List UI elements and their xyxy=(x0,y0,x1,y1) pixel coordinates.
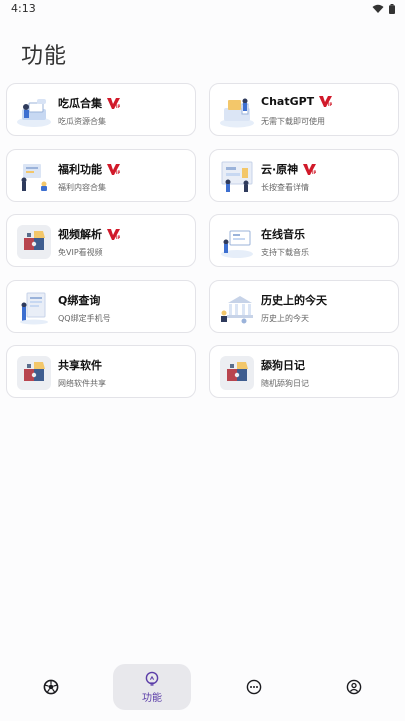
card-title: 在线音乐 xyxy=(261,228,305,241)
card-subtitle: 随机舔狗日记 xyxy=(261,379,309,388)
svg-text:IP: IP xyxy=(328,102,332,107)
office-illustration-icon xyxy=(220,98,254,128)
card-history-today[interactable]: 历史上的今天 历史上的今天 xyxy=(209,280,399,333)
card-subtitle: 网络软件共享 xyxy=(58,379,106,388)
card-lick-dog-diary[interactable]: 舔狗日记 随机舔狗日记 xyxy=(209,345,399,398)
svg-text:IP: IP xyxy=(116,170,120,175)
soccer-ball-icon xyxy=(43,679,59,695)
card-title: 福利功能 IP xyxy=(58,163,120,176)
bottom-nav: 功能 xyxy=(0,660,405,721)
card-title: 历史上的今天 xyxy=(261,294,327,307)
svg-text:IP: IP xyxy=(312,170,316,175)
more-dots-icon xyxy=(246,679,262,695)
puzzle-icon xyxy=(220,356,254,390)
vip-badge-icon: IP xyxy=(107,163,120,175)
card-video-parse[interactable]: 视频解析 IP 免VIP看视频 xyxy=(6,214,196,267)
card-title: 舔狗日记 xyxy=(261,359,305,372)
card-eat-melon[interactable]: 吃瓜合集 IP 吃瓜资源合集 xyxy=(6,83,196,136)
status-icons xyxy=(372,4,395,14)
card-shared-software[interactable]: 共享软件 网络软件共享 xyxy=(6,345,196,398)
vip-badge-icon: IP xyxy=(303,163,317,175)
card-title: 云·原神 IP xyxy=(261,163,317,176)
vip-badge-icon: IP xyxy=(107,97,120,109)
card-online-music[interactable]: 在线音乐 支持下载音乐 xyxy=(209,214,399,267)
card-title: ChatGPT IP xyxy=(261,95,333,108)
card-subtitle: 历史上的今天 xyxy=(261,314,309,323)
profile-icon xyxy=(346,679,362,695)
card-title: 吃瓜合集 IP xyxy=(58,97,120,110)
status-time: 4:13 xyxy=(11,2,36,15)
nav-home[interactable] xyxy=(12,664,90,710)
card-subtitle: 支持下载音乐 xyxy=(261,248,309,257)
desk-illustration-icon xyxy=(17,99,51,127)
nav-label: 功能 xyxy=(142,692,162,704)
vip-badge-icon: IP xyxy=(107,228,120,240)
page-title: 功能 xyxy=(21,44,68,69)
card-title: 视频解析 IP xyxy=(58,228,120,241)
bank-illustration-icon xyxy=(221,296,253,324)
presentation-illustration-icon xyxy=(221,230,253,258)
battery-icon xyxy=(389,4,395,14)
card-subtitle: 福利内容合集 xyxy=(58,183,106,192)
card-subtitle: QQ绑定手机号 xyxy=(58,314,111,323)
nav-more[interactable] xyxy=(215,664,293,710)
card-subtitle: 免VIP看视频 xyxy=(58,248,103,257)
card-genshin[interactable]: 云·原神 IP 长按查看详情 xyxy=(209,149,399,202)
card-welfare[interactable]: 福利功能 IP 福利内容合集 xyxy=(6,149,196,202)
document-illustration-icon xyxy=(20,292,48,325)
wifi-icon xyxy=(372,4,384,13)
card-title: 共享软件 xyxy=(58,359,102,372)
svg-text:IP: IP xyxy=(116,104,120,109)
vip-badge-icon: IP xyxy=(319,96,333,107)
status-bar: 4:13 xyxy=(0,0,405,20)
nav-profile[interactable] xyxy=(315,664,393,710)
card-chatgpt[interactable]: ChatGPT IP 无需下载即可使用 xyxy=(209,83,399,136)
card-subtitle: 吃瓜资源合集 xyxy=(58,117,106,126)
nav-functions[interactable]: 功能 xyxy=(113,664,191,710)
lightbulb-icon xyxy=(145,671,159,686)
board-illustration-icon xyxy=(221,161,253,192)
card-title: Q绑查询 xyxy=(58,294,101,307)
meeting-illustration-icon xyxy=(21,164,47,191)
card-q-bind-query[interactable]: Q绑查询 QQ绑定手机号 xyxy=(6,280,196,333)
svg-text:IP: IP xyxy=(116,235,120,240)
puzzle-icon xyxy=(17,356,51,390)
puzzle-icon xyxy=(17,225,51,259)
card-subtitle: 长按查看详情 xyxy=(261,183,309,192)
card-subtitle: 无需下载即可使用 xyxy=(261,117,325,126)
